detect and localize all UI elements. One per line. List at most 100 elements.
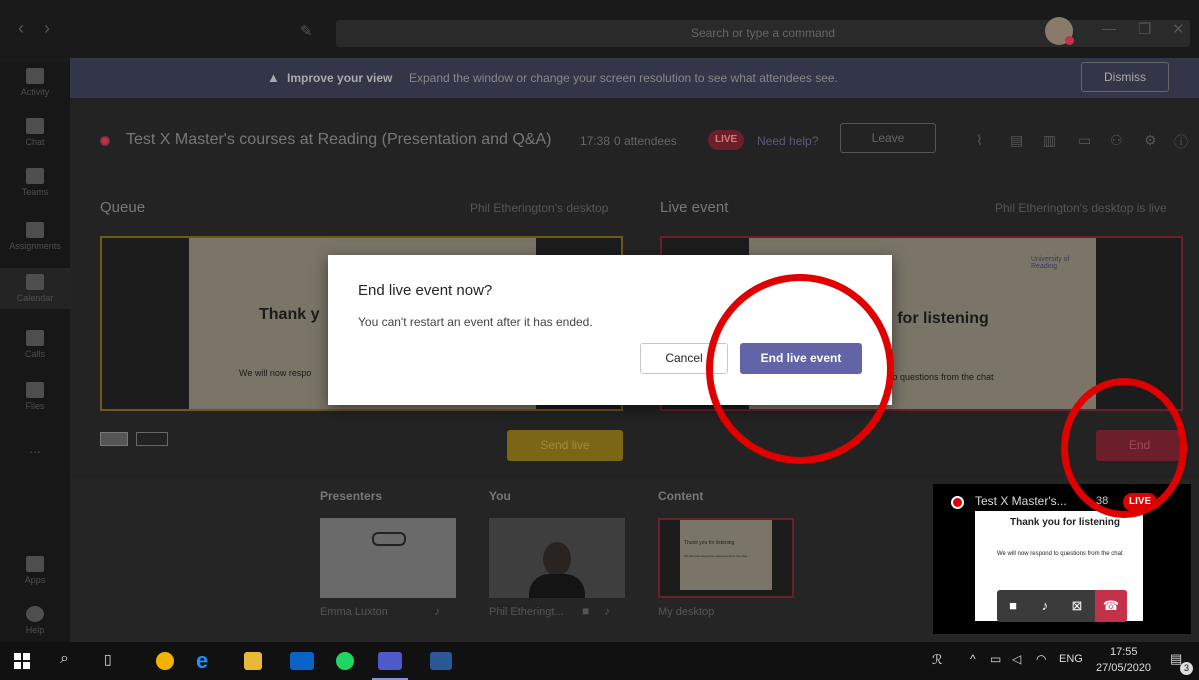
- search-icon[interactable]: ⌕: [60, 650, 69, 668]
- rail-item-chat[interactable]: Chat: [0, 118, 70, 147]
- dialog-title: End live event now?: [358, 282, 493, 299]
- qa-icon[interactable]: ▥: [1043, 132, 1056, 149]
- maximize-icon[interactable]: ❐: [1138, 20, 1151, 38]
- settings-icon[interactable]: ⚙: [1144, 132, 1157, 149]
- you-heading: You: [489, 489, 511, 503]
- windows-start-icon[interactable]: [14, 653, 30, 669]
- rail-item-teams[interactable]: Teams: [0, 168, 70, 197]
- rail-item-calls[interactable]: Calls: [0, 330, 70, 359]
- attendee-count: 0 attendees: [614, 134, 677, 148]
- rail-item-files[interactable]: Files: [0, 382, 70, 411]
- assignments-icon: [26, 222, 44, 238]
- live-slide-subtitle: to questions from the chat: [890, 372, 994, 382]
- back-icon[interactable]: ‹: [18, 18, 24, 39]
- rail-item-activity[interactable]: Activity: [0, 68, 70, 97]
- wifi-icon[interactable]: ◠: [1036, 652, 1046, 666]
- banner-bold: Improve your view: [287, 71, 393, 85]
- mini-share-icon[interactable]: ⊠: [1061, 590, 1093, 622]
- file-explorer-icon[interactable]: [244, 652, 262, 670]
- avatar[interactable]: [1045, 17, 1074, 45]
- rail-item-apps[interactable]: Apps: [0, 556, 70, 585]
- presenters-heading: Presenters: [320, 489, 383, 503]
- language-indicator[interactable]: ENG: [1059, 653, 1083, 665]
- content-slide-title: Thank you for listening: [684, 540, 735, 546]
- annotation-circle-end: [1061, 378, 1187, 518]
- chrome-icon[interactable]: [156, 652, 174, 670]
- app-rail: Activity Chat Teams Assignments Calendar…: [0, 62, 70, 642]
- event-title: Test X Master's courses at Reading (Pres…: [126, 131, 552, 148]
- battery-icon[interactable]: ▭: [990, 652, 1001, 666]
- glasses-icon: [372, 532, 406, 546]
- clock-date[interactable]: 27/05/2020: [1096, 662, 1151, 674]
- queue-heading: Queue: [100, 199, 146, 216]
- live-heading: Live event: [660, 199, 729, 216]
- mini-title: Test X Master's...: [975, 494, 1067, 508]
- live-source: Phil Etherington's desktop is live: [995, 201, 1167, 215]
- mini-call-controls: ■ ♪ ⊠ ☎: [997, 590, 1127, 622]
- person-body: [529, 574, 585, 598]
- split-layout-icon[interactable]: [136, 432, 168, 446]
- teams-taskbar-icon[interactable]: [378, 652, 402, 670]
- content-slide: Thank you for listening We will now resp…: [680, 520, 772, 590]
- content-name: My desktop: [658, 606, 715, 618]
- notes-icon[interactable]: ▤: [1010, 132, 1023, 149]
- live-slide-title: u for listening: [883, 310, 989, 327]
- minimize-icon[interactable]: —: [1102, 20, 1116, 36]
- banner-text: Expand the window or change your screen …: [409, 71, 838, 85]
- forward-icon[interactable]: ›: [44, 18, 50, 39]
- mini-record-icon: [951, 496, 964, 509]
- you-mic-icon[interactable]: ♪: [604, 604, 610, 618]
- spotify-icon[interactable]: [336, 652, 354, 670]
- dismiss-button[interactable]: Dismiss: [1081, 62, 1169, 92]
- mini-slide-subtitle: We will now respond to questions from th…: [997, 551, 1123, 557]
- tray-chevron-icon[interactable]: ^: [970, 652, 976, 666]
- single-layout-icon[interactable]: [100, 432, 128, 446]
- help-icon: [26, 606, 44, 622]
- notification-count: 3: [1180, 662, 1193, 675]
- chat-icon[interactable]: ▭: [1078, 132, 1091, 149]
- mini-mic-icon[interactable]: ♪: [1029, 590, 1061, 622]
- status-dot-icon: [1065, 36, 1074, 45]
- windows-taskbar: ⌕ ▯ e ℛ ^ ▭ ◁ ◠ ENG 17:55 27/05/2020 ▤ 3: [0, 642, 1199, 680]
- university-logo: University of Reading: [1031, 256, 1070, 270]
- edge-icon[interactable]: e: [196, 648, 208, 674]
- volume-icon[interactable]: ◁: [1012, 652, 1021, 666]
- rail-item-more[interactable]: ...: [0, 440, 70, 456]
- mini-camera-icon[interactable]: ■: [997, 590, 1029, 622]
- mini-hangup-icon[interactable]: ☎: [1095, 590, 1127, 622]
- rail-item-assignments[interactable]: Assignments: [0, 222, 70, 251]
- people-tray-icon[interactable]: ℛ: [932, 652, 942, 668]
- phone-icon: [26, 330, 44, 346]
- clock-time[interactable]: 17:55: [1110, 646, 1138, 658]
- presenter-video[interactable]: [320, 518, 456, 598]
- you-video[interactable]: [489, 518, 625, 598]
- camera-icon[interactable]: ■: [582, 604, 589, 618]
- compose-icon[interactable]: ✎: [300, 22, 313, 40]
- queue-slide-title: Thank y: [259, 306, 320, 323]
- leave-button[interactable]: Leave: [840, 123, 936, 153]
- teams-icon: [26, 168, 44, 184]
- mini-slide-title: Thank you for listening: [1010, 517, 1121, 528]
- task-view-icon[interactable]: ▯: [104, 651, 112, 668]
- outlook-icon[interactable]: [290, 652, 314, 670]
- close-icon[interactable]: ✕: [1172, 20, 1185, 38]
- presenter-mic-icon[interactable]: ♪: [434, 604, 440, 618]
- presenter-name: Emma Luxton: [320, 606, 388, 618]
- title-bar: ‹ › ✎ Search or type a command — ❐ ✕: [0, 0, 1199, 62]
- health-icon[interactable]: ⌇: [976, 132, 983, 149]
- you-name: Phil Etheringt...: [489, 606, 564, 618]
- recording-icon: [100, 136, 110, 146]
- annotation-circle-confirm: [706, 274, 894, 464]
- need-help-link[interactable]: Need help?: [757, 134, 818, 148]
- content-preview[interactable]: Thank you for listening We will now resp…: [658, 518, 794, 598]
- word-icon[interactable]: [430, 652, 452, 670]
- content-slide-subtitle: We will now respond to questions from th…: [684, 554, 747, 558]
- apps-icon: [26, 556, 44, 572]
- info-icon[interactable]: ⓘ: [1174, 132, 1188, 152]
- send-live-button[interactable]: Send live: [507, 430, 623, 461]
- person-head: [543, 542, 571, 576]
- dialog-body: You can't restart an event after it has …: [358, 315, 593, 329]
- rail-item-calendar[interactable]: Calendar: [0, 268, 70, 309]
- rail-item-help[interactable]: Help: [0, 606, 70, 635]
- people-icon[interactable]: ⚇: [1110, 132, 1123, 149]
